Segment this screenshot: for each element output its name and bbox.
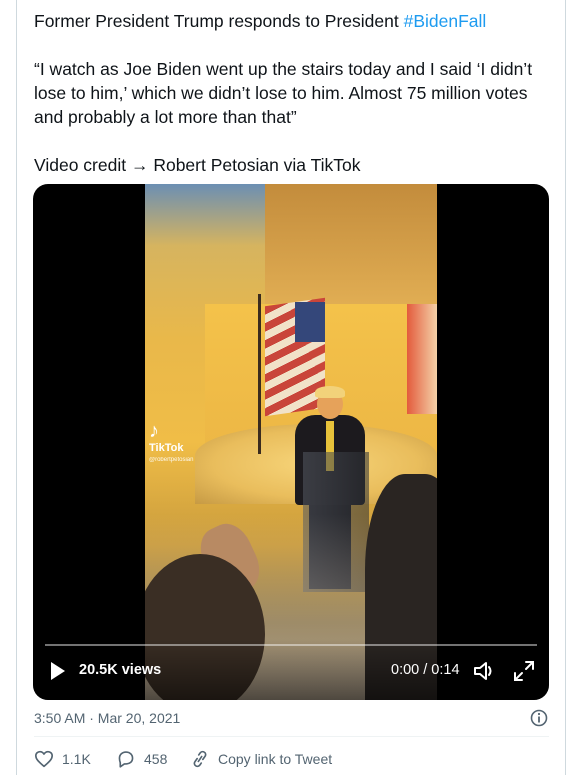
building-shape bbox=[265, 184, 437, 314]
volume-icon[interactable] bbox=[473, 660, 497, 682]
info-icon[interactable] bbox=[530, 709, 548, 727]
progress-bar[interactable] bbox=[45, 644, 537, 646]
tiktok-watermark: ♪ TikTok @robertpetosian bbox=[149, 420, 193, 466]
video-controls: 20.5K views 0:00 / 0:14 bbox=[33, 640, 549, 700]
tweet-line-1-text: Former President Trump responds to Presi… bbox=[34, 11, 404, 31]
like-action[interactable]: 1.1K bbox=[34, 750, 91, 768]
state-flag bbox=[407, 304, 437, 414]
speaker-hair bbox=[315, 386, 345, 398]
link-icon bbox=[193, 750, 207, 768]
us-flag-canton bbox=[295, 302, 325, 342]
card-border-left bbox=[16, 0, 17, 775]
reply-count: 458 bbox=[144, 751, 168, 767]
hashtag-link[interactable]: #BidenFall bbox=[404, 11, 487, 31]
play-icon[interactable] bbox=[51, 662, 65, 680]
tweet-quote: “I watch as Joe Biden went up the stairs… bbox=[34, 59, 533, 127]
heart-icon bbox=[34, 750, 53, 768]
reply-action[interactable]: 458 bbox=[116, 750, 167, 768]
tweet-credit: Video credit → Robert Petosian via TikTo… bbox=[34, 155, 361, 175]
view-count: 20.5K views bbox=[79, 662, 162, 678]
tiktok-note-icon: ♪ bbox=[149, 420, 159, 442]
tiktok-brand: TikTok bbox=[149, 442, 184, 454]
reply-icon bbox=[118, 751, 134, 768]
flag-pole bbox=[258, 294, 261, 454]
tweet-text: Former President Trump responds to Presi… bbox=[34, 9, 549, 201]
tiktok-handle: @robertpetosian bbox=[149, 457, 194, 463]
video-player[interactable]: ♪ TikTok @robertpetosian 20.5K views 0:0… bbox=[33, 184, 549, 700]
tweet-line-1: Former President Trump responds to Presi… bbox=[34, 9, 549, 33]
copy-link-label: Copy link to Tweet bbox=[218, 751, 333, 767]
tweet-timestamp[interactable]: 3:50 AM · Mar 20, 2021 bbox=[34, 710, 180, 726]
video-time: 0:00 / 0:14 bbox=[391, 662, 460, 678]
fullscreen-icon[interactable] bbox=[513, 660, 535, 682]
copy-link-action[interactable]: Copy link to Tweet bbox=[190, 750, 332, 768]
divider bbox=[34, 736, 549, 737]
video-frame: ♪ TikTok @robertpetosian bbox=[145, 184, 437, 700]
like-count: 1.1K bbox=[62, 751, 91, 767]
card-border-right bbox=[565, 0, 566, 775]
